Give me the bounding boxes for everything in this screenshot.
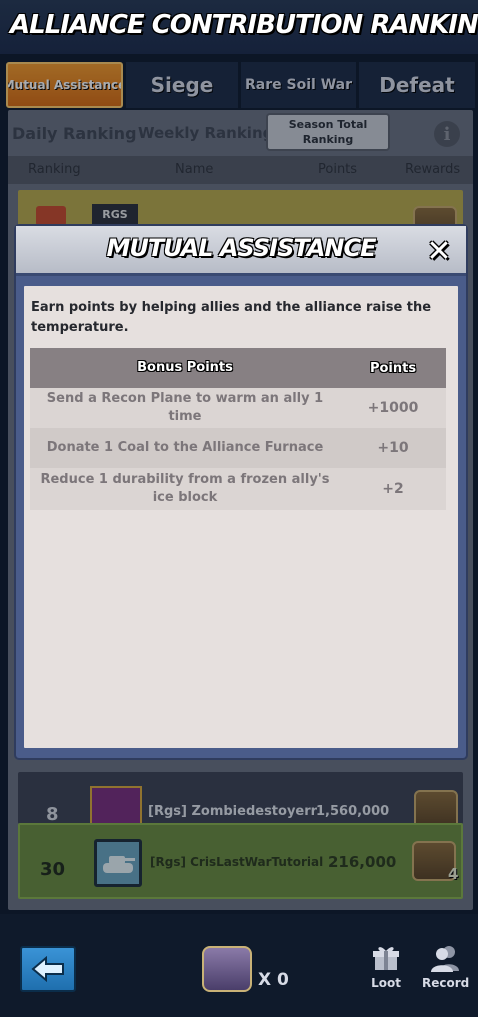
dialog-body: Earn points by helping allies and the al…: [24, 286, 458, 748]
table-header-row: Bonus Points Points: [30, 348, 446, 388]
row-action: Donate 1 Coal to the Alliance Furnace: [46, 439, 324, 455]
arrow-left-icon: [31, 956, 64, 982]
table-row: Send a Recon Plane to warm an ally 1 tim…: [30, 388, 446, 428]
back-button[interactable]: [20, 946, 76, 992]
row-points: +10: [377, 440, 409, 456]
loot-chest-icon: [202, 946, 252, 992]
loot-count: X 0: [258, 970, 289, 990]
gift-icon: [373, 947, 399, 970]
record-button[interactable]: Record: [422, 944, 470, 990]
players-icon: [431, 946, 459, 972]
close-icon: ✕: [426, 234, 452, 269]
table-row: Reduce 1 durability from a frozen ally's…: [30, 468, 446, 510]
dialog-header: MUTUAL ASSISTANCE ✕: [16, 226, 466, 276]
header-points: Points: [369, 360, 417, 376]
bottom-bar: X 0 Loot Record: [0, 914, 478, 1017]
header-bonus-points: Bonus Points: [137, 359, 233, 375]
bonus-points-table: Bonus Points Points Send a Recon Plane t…: [30, 348, 446, 510]
header-bar: ALLIANCE CONTRIBUTION RANKING: [0, 0, 478, 54]
page-title: ALLIANCE CONTRIBUTION RANKING: [10, 10, 478, 40]
row-points: +1000: [367, 400, 419, 416]
dialog-title: MUTUAL ASSISTANCE: [106, 234, 376, 262]
row-action: Reduce 1 durability from a frozen ally's…: [40, 471, 330, 505]
table-row: Donate 1 Coal to the Alliance Furnace +1…: [30, 428, 446, 468]
dialog-description: Earn points by helping allies and the al…: [31, 300, 432, 335]
record-label: Record: [422, 976, 470, 990]
row-action: Send a Recon Plane to warm an ally 1 tim…: [46, 390, 324, 424]
mutual-assistance-dialog: MUTUAL ASSISTANCE ✕ Earn points by helpi…: [16, 226, 466, 758]
loot-button[interactable]: Loot: [363, 944, 409, 990]
row-points: +2: [382, 481, 404, 497]
close-button[interactable]: ✕: [424, 237, 454, 268]
loot-label: Loot: [371, 976, 401, 990]
